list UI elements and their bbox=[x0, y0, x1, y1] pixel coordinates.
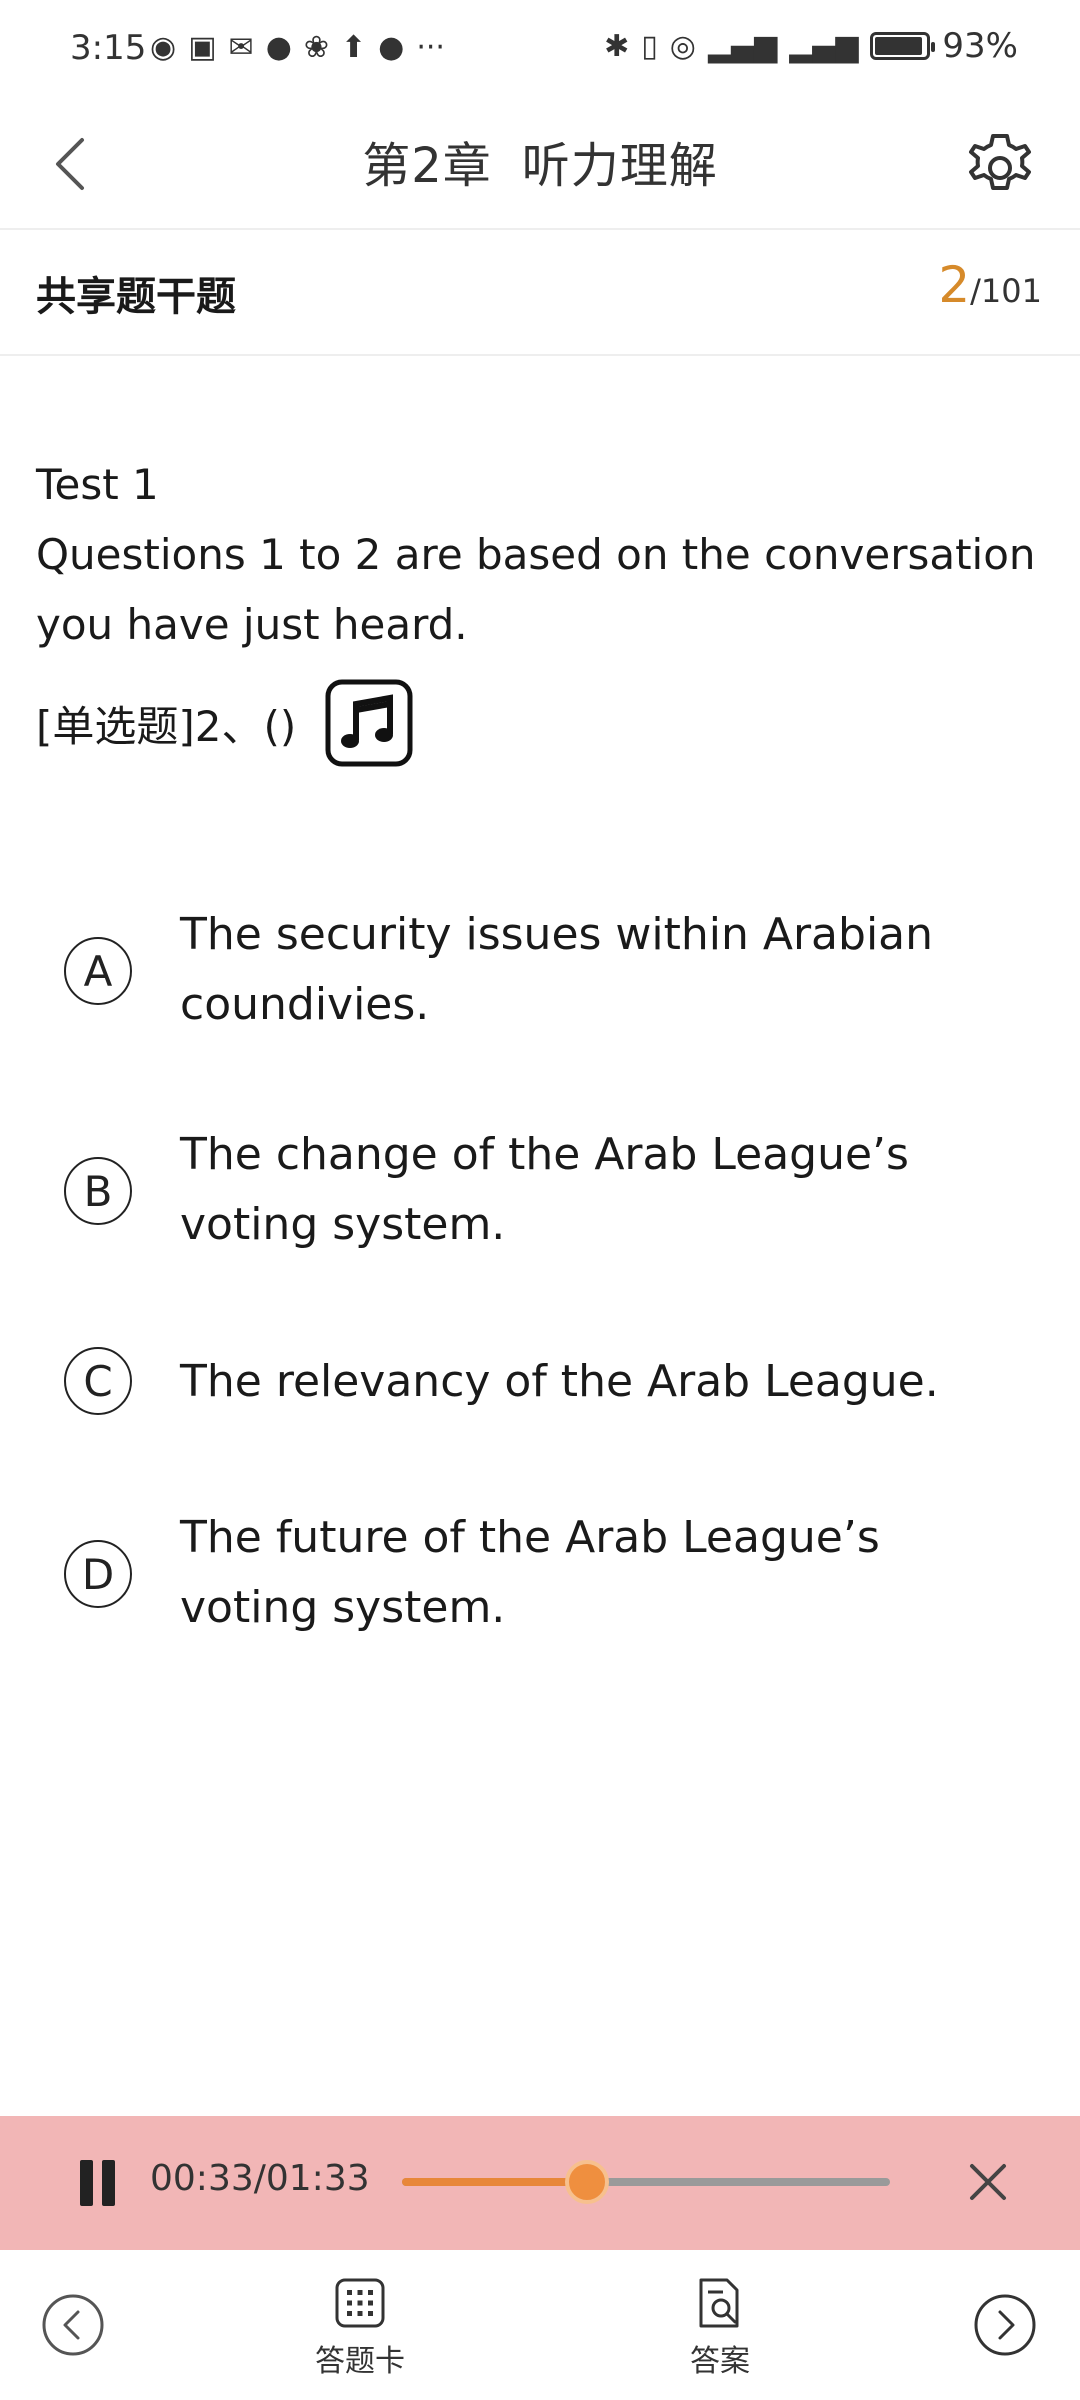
option-letter: B bbox=[64, 1157, 132, 1225]
progress-fill bbox=[402, 2178, 587, 2186]
question-type-row: [单选题]2、() bbox=[36, 678, 414, 768]
mail-icon: ✉ bbox=[228, 30, 254, 65]
gear-icon bbox=[969, 134, 1031, 190]
signal-icon-2: ▂▄▆ bbox=[789, 28, 859, 64]
battery-level bbox=[875, 37, 922, 55]
music-note-icon[interactable] bbox=[324, 678, 414, 768]
progress-handle[interactable] bbox=[564, 2160, 609, 2204]
previous-question-button[interactable] bbox=[40, 2292, 106, 2358]
close-player-button[interactable] bbox=[962, 2156, 1014, 2208]
option-letter: A bbox=[64, 937, 132, 1005]
chevron-left-circle-icon bbox=[42, 2294, 104, 2356]
page-title: 第2章 听力理解 bbox=[0, 126, 1080, 196]
test-label: Test 1 bbox=[36, 460, 159, 509]
answer-label: 答案 bbox=[690, 2344, 750, 2379]
eye-icon: ◉ bbox=[150, 30, 177, 65]
app-header: 第2章 听力理解 bbox=[0, 100, 1080, 230]
chapter-label: 第2章 bbox=[362, 138, 492, 194]
battery-percent: 93% bbox=[942, 26, 1018, 66]
section-bar: 共享题干题 2/101 bbox=[0, 230, 1080, 356]
pause-icon bbox=[80, 2160, 93, 2206]
question-text: Questions 1 to 2 are based on the conver… bbox=[36, 530, 1036, 649]
question-stem: Test 1 Questions 1 to 2 are based on the… bbox=[36, 450, 1046, 660]
option-letter: C bbox=[64, 1347, 132, 1415]
more-notifications-icon: ··· bbox=[416, 30, 445, 65]
document-search-icon bbox=[699, 2278, 739, 2328]
answer-card-button[interactable]: 答题卡 bbox=[290, 2276, 430, 2380]
grid-icon bbox=[335, 2278, 385, 2328]
chapter-title: 听力理解 bbox=[521, 138, 718, 194]
progress-slider[interactable] bbox=[402, 2160, 890, 2204]
option-text: The security issues within Arabian cound… bbox=[180, 909, 934, 1030]
section-title: 共享题干题 bbox=[36, 274, 236, 320]
chevron-right-circle-icon bbox=[974, 2294, 1036, 2356]
bottom-nav: 答题卡 答案 bbox=[0, 2250, 1080, 2400]
close-icon bbox=[970, 2164, 1006, 2200]
system-icons: ✱ ▯ ◎ ▂▄▆ ▂▄▆ 93% bbox=[604, 26, 1018, 66]
signal-icon: ▂▄▆ bbox=[707, 28, 778, 64]
battery-icon bbox=[870, 32, 936, 60]
status-time: 3:15 bbox=[70, 28, 147, 68]
app-icon: ● bbox=[265, 30, 292, 65]
settings-button[interactable] bbox=[956, 116, 1044, 204]
nfc-icon: ▣ bbox=[188, 30, 217, 65]
option-text: The future of the Arab League’s voting s… bbox=[180, 1512, 880, 1633]
pause-button[interactable] bbox=[70, 2160, 124, 2206]
total-questions: /101 bbox=[970, 272, 1042, 310]
option-text: The relevancy of the Arab League. bbox=[180, 1356, 939, 1407]
audio-player: 00:33/01:33 bbox=[0, 2116, 1080, 2250]
question-type-label: [单选题]2、() bbox=[36, 701, 297, 751]
notification-icons: ◉ ▣ ✉ ● ❀ ⬆ ● ··· bbox=[150, 30, 445, 65]
vibrate-icon: ▯ bbox=[641, 28, 658, 64]
current-question-number: 2 bbox=[938, 256, 971, 314]
cloud-icon: ❀ bbox=[303, 30, 330, 65]
status-bar: 3:15 ◉ ▣ ✉ ● ❀ ⬆ ● ··· ✱ ▯ ◎ ▂▄▆ ▂▄▆ 93% bbox=[0, 0, 1080, 100]
playback-time: 00:33/01:33 bbox=[150, 2158, 370, 2199]
option-text: The change of the Arab League’s voting s… bbox=[180, 1129, 909, 1250]
upload-icon: ⬆ bbox=[341, 30, 367, 65]
bluetooth-icon: ✱ bbox=[604, 28, 630, 64]
chat-icon: ● bbox=[378, 30, 405, 65]
next-question-button[interactable] bbox=[972, 2292, 1038, 2358]
hotspot-icon: ◎ bbox=[669, 28, 696, 64]
answer-button[interactable]: 答案 bbox=[650, 2276, 790, 2380]
answer-card-label: 答题卡 bbox=[315, 2344, 405, 2379]
question-counter: 2/101 bbox=[938, 256, 1042, 314]
option-letter: D bbox=[64, 1540, 132, 1608]
pause-icon-bar bbox=[102, 2160, 115, 2206]
